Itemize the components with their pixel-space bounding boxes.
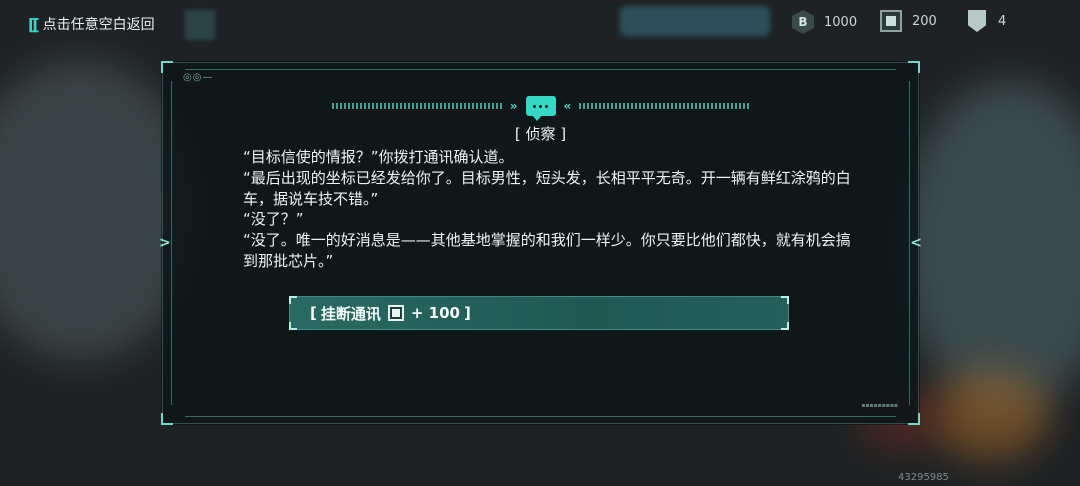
option-reward: + 100 [410, 304, 460, 322]
story-line: “最后出现的坐标已经发给你了。目标男性，短头发，长相平平无奇。开一辆有鲜红涂鸦的… [243, 168, 851, 208]
chips-value: 200 [912, 13, 937, 29]
option-bracket-open: [ [310, 304, 317, 322]
back-hint-label: 点击任意空白返回 [42, 17, 155, 33]
resource-chips: 200 [880, 10, 937, 32]
bracket-icon: [[ [28, 14, 40, 34]
dialog-header: » « [163, 95, 918, 121]
back-hint[interactable]: [[ 点击任意空白返回 [28, 14, 155, 34]
chat-bubble-icon [525, 96, 556, 121]
status-dots-icon: ◎◎— [183, 72, 214, 83]
chip-icon [387, 305, 404, 321]
story-line: “没了？” [243, 210, 304, 229]
chip-icon [880, 10, 902, 32]
option-label: 挂断通讯 [320, 304, 381, 323]
badges-value: 4 [998, 13, 1007, 29]
resource-coins: B 1000 [792, 10, 857, 34]
frame-corner [908, 413, 920, 425]
option-bracket-close: ] [463, 304, 471, 322]
user-id: 43295985 [898, 472, 949, 483]
dialog-title: [ 侦察 ] [514, 125, 567, 143]
chevron-right-icon: > [159, 235, 171, 251]
fine-print-decoration: ▪▪▪▪▪▪▪▪▪ [861, 402, 898, 409]
frame-corner [908, 61, 920, 73]
story-line: “没了。唯一的好消息是——其他基地掌握的和我们一样少。你只要比他们都快，就有机会… [243, 231, 851, 270]
chevron-left-icon: < [910, 235, 922, 251]
dialog-panel: ◎◎— > < » « [ 侦察 ] “目标信使的情报？”你拨打通讯确认道。 “… [159, 61, 922, 425]
header-stripe [331, 103, 502, 109]
dialog-story: “目标信使的情报？”你拨打通讯确认道。 “最后出现的坐标已经发给你了。目标男性，… [243, 147, 853, 272]
double-chevron-left-icon: « [563, 99, 572, 113]
coins-value: 1000 [824, 14, 858, 30]
frame-corner [161, 413, 173, 425]
hang-up-option-button[interactable]: [ 挂断通讯 + 100 ] [289, 296, 789, 330]
story-line: “目标信使的情报？”你拨打通讯确认道。 [243, 148, 514, 166]
b-coin-icon: B [792, 10, 814, 34]
double-chevron-right-icon: » [509, 99, 518, 113]
frame-corner [161, 61, 173, 73]
header-stripe [579, 103, 750, 109]
resource-badges: 4 [966, 10, 1006, 32]
badge-icon [968, 10, 986, 32]
